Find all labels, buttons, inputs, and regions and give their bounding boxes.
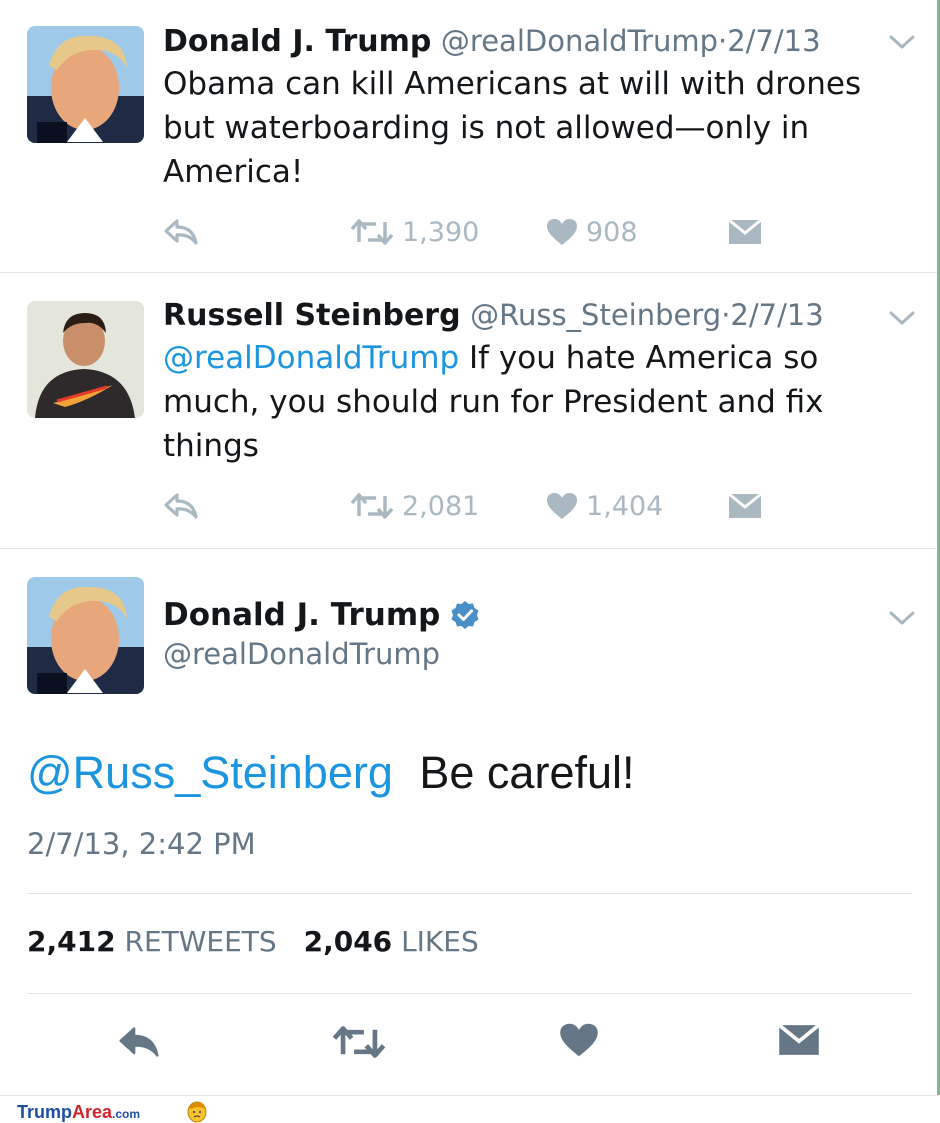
retweet-button[interactable]: 2,081 <box>350 488 479 524</box>
reply-icon <box>164 219 198 245</box>
author-name[interactable]: Donald J. Trump <box>163 24 431 59</box>
site-footer: TrumpArea.com <box>0 1095 940 1123</box>
retweets-count[interactable]: 2,412 <box>27 925 116 958</box>
tweet-text: Obama can kill Americans at will with dr… <box>163 66 862 190</box>
mention-link[interactable]: @realDonaldTrump <box>163 340 459 376</box>
tweet-1[interactable]: Donald J. Trump @realDonaldTrump·2/7/13 … <box>0 0 937 273</box>
logo-part-trump: Trump <box>17 1102 73 1122</box>
divider <box>27 893 912 894</box>
tweet-actions: 1,390 908 <box>163 214 813 250</box>
author-handle[interactable]: @realDonaldTrump <box>163 636 440 672</box>
tweet-timestamp[interactable]: 2/7/13, 2:42 PM <box>27 826 256 862</box>
tweet-actions: 2,081 1,404 <box>163 488 813 524</box>
avatar[interactable] <box>27 26 144 143</box>
chevron-down-icon[interactable] <box>889 34 915 50</box>
tweet-stats: 2,412 RETWEETS 2,046 LIKES <box>27 924 497 960</box>
reply-icon[interactable] <box>117 1022 161 1062</box>
separator-dot: · <box>717 24 728 58</box>
retweet-button[interactable]: 1,390 <box>350 214 479 250</box>
reply-button[interactable] <box>163 214 199 250</box>
like-count: 908 <box>586 216 638 248</box>
heart-icon <box>547 493 577 519</box>
main-tweet-text: @Russ_Steinberg Be careful! <box>27 745 635 801</box>
retweet-count: 1,390 <box>402 216 480 248</box>
direct-message-button[interactable] <box>728 214 762 250</box>
like-button[interactable]: 908 <box>546 214 638 250</box>
likes-count[interactable]: 2,046 <box>304 925 393 958</box>
author-name-row: Donald J. Trump <box>163 596 480 634</box>
retweets-label[interactable]: RETWEETS <box>124 925 276 958</box>
site-logo[interactable]: TrumpArea.com <box>17 1101 140 1123</box>
chevron-down-icon[interactable] <box>889 310 915 326</box>
author-name[interactable]: Russell Steinberg <box>163 298 461 333</box>
mention-link[interactable]: @Russ_Steinberg <box>27 747 393 798</box>
heart-icon[interactable] <box>559 1022 599 1058</box>
tweet-date[interactable]: 2/7/13 <box>730 298 823 332</box>
author-handle[interactable]: @realDonaldTrump <box>441 24 718 58</box>
logo-part-area: Area <box>72 1102 113 1122</box>
logo-face-icon <box>187 1101 207 1123</box>
retweet-icon[interactable] <box>332 1022 386 1062</box>
tweet-header: Russell Steinberg @Russ_Steinberg·2/7/13 <box>163 296 824 335</box>
verified-badge-icon <box>451 601 479 629</box>
envelope-icon <box>728 492 762 518</box>
tweet-header: Donald J. Trump @realDonaldTrump·2/7/13 <box>163 22 821 61</box>
retweet-icon <box>350 493 394 519</box>
envelope-icon <box>728 218 762 244</box>
retweet-count: 2,081 <box>402 490 480 522</box>
tweet-date[interactable]: 2/7/13 <box>727 24 820 58</box>
like-count: 1,404 <box>586 490 664 522</box>
author-handle[interactable]: @Russ_Steinberg <box>470 298 721 332</box>
likes-label[interactable]: LIKES <box>401 925 479 958</box>
main-tweet-body: Be careful! <box>419 747 635 798</box>
reply-icon <box>164 493 198 519</box>
reply-button[interactable] <box>163 488 199 524</box>
heart-icon <box>547 219 577 245</box>
chevron-down-icon[interactable] <box>889 610 915 626</box>
tweet-2[interactable]: Russell Steinberg @Russ_Steinberg·2/7/13… <box>0 274 937 549</box>
divider <box>27 993 912 994</box>
avatar[interactable] <box>27 577 144 694</box>
retweet-icon <box>350 219 394 245</box>
main-tweet-actions <box>0 1022 937 1066</box>
avatar[interactable] <box>27 301 144 418</box>
like-button[interactable]: 1,404 <box>546 488 663 524</box>
logo-part-com: .com <box>112 1107 141 1121</box>
tweet-text: @realDonaldTrump If you hate America so … <box>163 336 893 468</box>
envelope-icon[interactable] <box>778 1022 820 1058</box>
main-tweet: Donald J. Trump @realDonaldTrump @Russ_S… <box>0 550 937 1095</box>
direct-message-button[interactable] <box>728 488 762 524</box>
author-name[interactable]: Donald J. Trump <box>163 596 440 634</box>
